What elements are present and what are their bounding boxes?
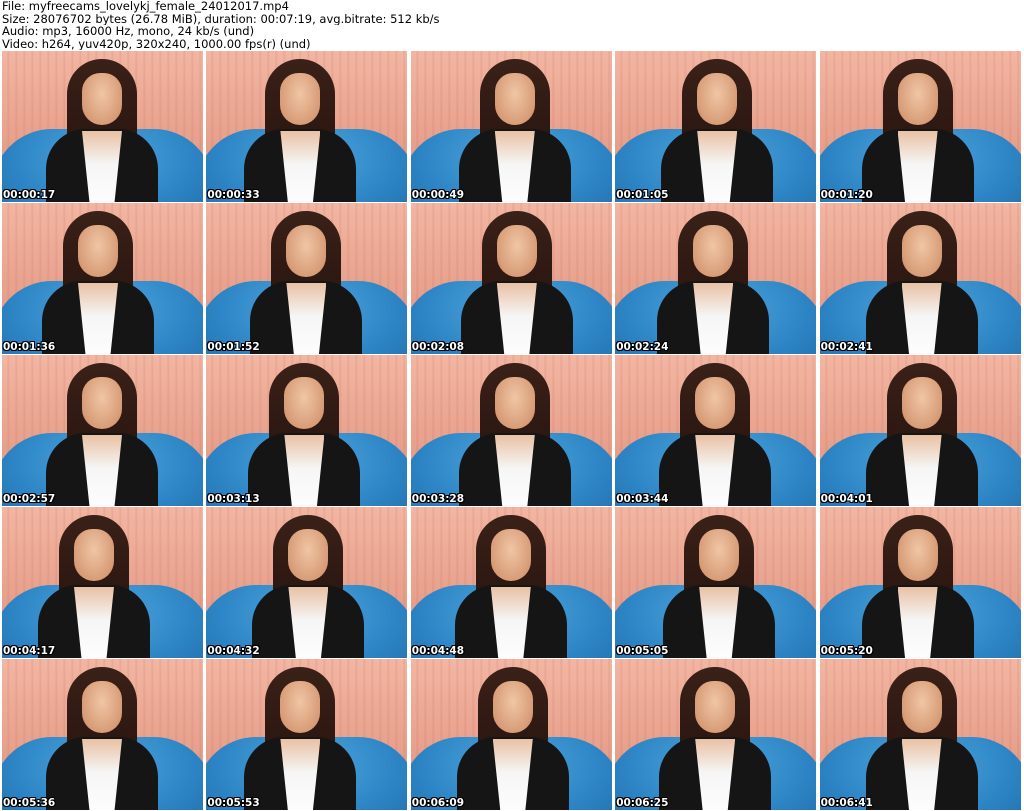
video-thumbnail: 00:01:52 <box>206 203 408 354</box>
video-thumbnail: 00:03:13 <box>206 355 408 506</box>
thumbnail-timestamp: 00:01:05 <box>616 189 669 201</box>
thumbnail-timestamp: 00:00:17 <box>3 189 56 201</box>
thumbnail-timestamp: 00:04:48 <box>411 645 465 657</box>
video-thumbnail: 00:01:05 <box>615 51 817 202</box>
video-thumbnail: 00:03:28 <box>410 355 612 506</box>
video-thumbnail: 00:03:44 <box>615 355 817 506</box>
video-thumbnail: 00:00:49 <box>410 51 612 202</box>
face-shape <box>74 529 114 581</box>
thumbnail-timestamp: 00:00:33 <box>207 189 260 201</box>
face-shape <box>78 225 118 277</box>
thumbnail-timestamp: 00:04:01 <box>820 493 873 505</box>
face-shape <box>693 225 734 277</box>
face-shape <box>697 73 738 125</box>
thumbnail-timestamp: 00:06:09 <box>411 797 465 809</box>
face-shape <box>284 377 325 429</box>
thumbnail-timestamp: 00:01:36 <box>3 341 56 353</box>
thumbnail-timestamp: 00:02:41 <box>820 341 873 353</box>
thumbnail-timestamp: 00:05:36 <box>3 797 56 809</box>
face-shape <box>492 681 533 733</box>
face-shape <box>695 377 736 429</box>
video-thumbnail: 00:04:17 <box>2 507 203 658</box>
face-shape <box>901 681 942 733</box>
thumbnail-timestamp: 00:03:28 <box>411 493 465 505</box>
face-shape <box>695 681 736 733</box>
thumbnail-timestamp: 00:03:44 <box>616 493 669 505</box>
thumbnail-timestamp: 00:02:57 <box>3 493 56 505</box>
face-shape <box>280 681 321 733</box>
video-thumbnail: 00:06:25 <box>615 659 817 810</box>
thumbnail-timestamp: 00:05:20 <box>820 645 873 657</box>
face-shape <box>496 225 537 277</box>
video-thumbnail: 00:05:20 <box>819 507 1021 658</box>
video-thumbnail: 00:04:48 <box>410 507 612 658</box>
face-shape <box>82 681 122 733</box>
video-thumbnail: 00:05:36 <box>2 659 203 810</box>
face-shape <box>82 73 122 125</box>
video-thumbnail: 00:04:01 <box>819 355 1021 506</box>
video-thumbnail: 00:02:57 <box>2 355 203 506</box>
video-info-line: Video: h264, yuv420p, 320x240, 1000.00 f… <box>2 37 311 50</box>
video-thumbnail: 00:04:32 <box>206 507 408 658</box>
file-size-line: Size: 28076702 bytes (26.78 MiB), durati… <box>2 12 440 25</box>
thumbnail-timestamp: 00:04:17 <box>3 645 56 657</box>
video-thumbnail: 00:06:41 <box>819 659 1021 810</box>
face-shape <box>897 73 938 125</box>
face-shape <box>490 529 531 581</box>
face-shape <box>897 529 938 581</box>
thumbnail-timestamp: 00:05:53 <box>207 797 260 809</box>
thumbnail-timestamp: 00:06:25 <box>616 797 669 809</box>
face-shape <box>280 73 321 125</box>
thumbnail-timestamp: 00:04:32 <box>207 645 260 657</box>
thumbnail-timestamp: 00:02:24 <box>616 341 669 353</box>
video-thumbnail: 00:05:53 <box>206 659 408 810</box>
face-shape <box>494 73 535 125</box>
video-thumbnail: 00:02:41 <box>819 203 1021 354</box>
video-thumbnail: 00:02:08 <box>410 203 612 354</box>
video-thumbnail: 00:00:17 <box>2 51 203 202</box>
face-shape <box>286 225 327 277</box>
thumbnail-timestamp: 00:01:52 <box>207 341 260 353</box>
file-name-line: File: myfreecams_lovelykj_female_2401201… <box>2 0 289 13</box>
face-shape <box>901 225 942 277</box>
thumbnail-grid: 00:00:17 00:00:33 00:00:49 00:01:05 00:01:20… <box>2 51 1022 810</box>
face-shape <box>288 529 329 581</box>
thumbnail-timestamp: 00:00:49 <box>411 189 465 201</box>
face-shape <box>699 529 740 581</box>
thumbnail-timestamp: 00:02:08 <box>411 341 465 353</box>
audio-info-line: Audio: mp3, 16000 Hz, mono, 24 kb/s (und… <box>2 25 255 38</box>
thumbnail-timestamp: 00:01:20 <box>820 189 873 201</box>
thumbnail-timestamp: 00:03:13 <box>207 493 260 505</box>
face-shape <box>901 377 942 429</box>
face-shape <box>82 377 122 429</box>
video-thumbnail: 00:06:09 <box>410 659 612 810</box>
video-thumbnail: 00:01:20 <box>819 51 1021 202</box>
face-shape <box>494 377 535 429</box>
video-thumbnail: 00:00:33 <box>206 51 408 202</box>
video-thumbnail: 00:01:36 <box>2 203 203 354</box>
file-info-header: File: myfreecams_lovelykj_female_2401201… <box>2 0 1022 50</box>
thumbnail-timestamp: 00:05:05 <box>616 645 669 657</box>
video-thumbnail: 00:02:24 <box>615 203 817 354</box>
thumbnail-timestamp: 00:06:41 <box>820 797 873 809</box>
video-thumbnail: 00:05:05 <box>615 507 817 658</box>
